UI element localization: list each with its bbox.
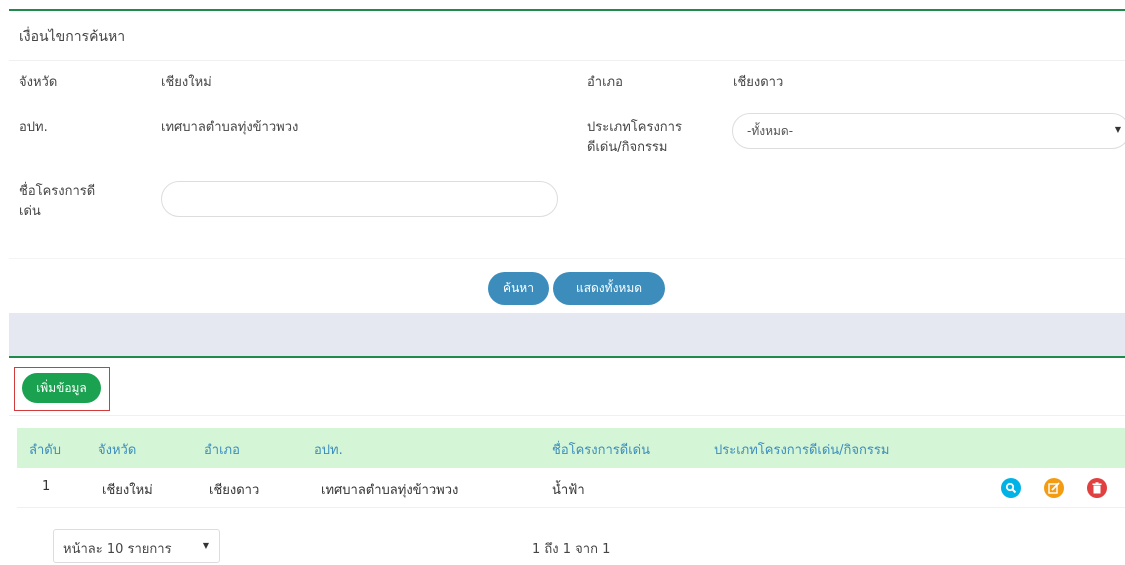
add-data-button[interactable]: เพิ่มข้อมูล	[22, 373, 101, 403]
province-value: เชียงใหม่	[161, 75, 212, 90]
column-header-type[interactable]: ประเภทโครงการดีเด่น/กิจกรรม	[714, 439, 889, 460]
divider	[9, 415, 1125, 416]
column-header-project[interactable]: ชื่อโครงการดีเด่น	[552, 439, 650, 460]
search-panel-title: เงื่อนไขการค้นหา	[19, 29, 126, 45]
district-value: เชียงดาว	[733, 75, 784, 90]
section-spacer	[9, 313, 1125, 356]
search-panel-header: เงื่อนไขการค้นหา	[9, 11, 1125, 61]
trash-icon	[1092, 482, 1102, 494]
project-type-select-value: -ทั้งหมด-	[747, 124, 794, 138]
table-row: 1 เชียงใหม่ เชียงดาว เทศบาลตำบลทุ่งข้าวพ…	[17, 468, 1125, 508]
project-type-label-line2: ดีเด่น/กิจกรรม	[587, 140, 668, 155]
list-panel: เพิ่มข้อมูล ลำดับ จังหวัด อำเภอ อปท. ชื่…	[9, 356, 1125, 565]
cell-index: 1	[42, 479, 51, 494]
page-size-select[interactable]: หน้าละ 10 รายการ ▼	[53, 529, 220, 563]
project-type-label-line1: ประเภทโครงการ	[587, 120, 682, 135]
pagination-info: 1 ถึง 1 จาก 1	[532, 542, 611, 557]
cell-district: เชียงดาว	[209, 483, 260, 498]
column-header-org[interactable]: อปท.	[314, 439, 343, 460]
project-type-select[interactable]: -ทั้งหมด- ▼	[732, 113, 1125, 149]
cell-org: เทศบาลตำบลทุ่งข้าวพวง	[321, 483, 459, 498]
page-size-value: หน้าละ 10 รายการ	[63, 542, 172, 557]
org-label: อปท.	[19, 120, 48, 135]
chevron-down-icon: ▼	[1114, 125, 1121, 134]
search-button[interactable]: ค้นหา	[488, 272, 549, 305]
project-name-label-line2: เด่น	[19, 204, 41, 219]
search-icon	[1005, 482, 1017, 494]
cell-project: น้ำฟ้า	[552, 483, 585, 498]
column-header-index[interactable]: ลำดับ	[29, 439, 61, 460]
edit-button[interactable]	[1044, 478, 1064, 498]
district-label: อำเภอ	[587, 75, 623, 90]
search-panel: เงื่อนไขการค้นหา จังหวัด เชียงใหม่ อำเภอ…	[9, 9, 1125, 313]
column-header-district[interactable]: อำเภอ	[204, 439, 240, 460]
project-name-label-line1: ชื่อโครงการดี	[19, 184, 96, 199]
province-label: จังหวัด	[19, 75, 58, 90]
add-button-highlight: เพิ่มข้อมูล	[14, 367, 110, 411]
project-name-input[interactable]	[161, 181, 558, 217]
view-button[interactable]	[1001, 478, 1021, 498]
column-header-province[interactable]: จังหวัด	[98, 439, 136, 460]
table-header: ลำดับ จังหวัด อำเภอ อปท. ชื่อโครงการดีเด…	[17, 428, 1125, 468]
project-name-label: ชื่อโครงการดี เด่น	[19, 182, 95, 222]
edit-icon	[1048, 482, 1060, 494]
org-value: เทศบาลตำบลทุ่งข้าวพวง	[161, 120, 299, 135]
project-type-label: ประเภทโครงการ ดีเด่น/กิจกรรม	[587, 118, 682, 158]
chevron-down-icon: ▼	[202, 541, 209, 550]
show-all-button[interactable]: แสดงทั้งหมด	[553, 272, 665, 305]
cell-province: เชียงใหม่	[102, 483, 153, 498]
divider	[9, 258, 1125, 259]
delete-button[interactable]	[1087, 478, 1107, 498]
